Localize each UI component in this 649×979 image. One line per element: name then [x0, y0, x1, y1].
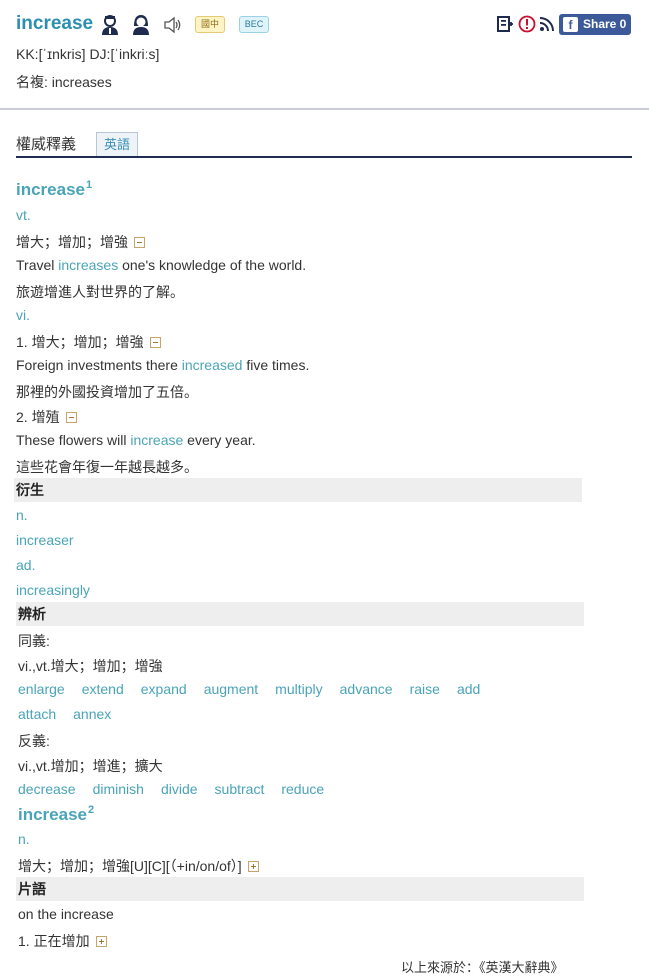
synonyms-label: 同義:: [18, 633, 50, 649]
synonym-link[interactable]: augment: [204, 681, 258, 697]
section-analysis: 辨析: [16, 602, 584, 626]
example-keyword[interactable]: increase: [130, 432, 183, 448]
example-sentence: Foreign investments there increased five…: [16, 357, 310, 373]
tab-english[interactable]: 英語: [96, 132, 138, 156]
derived-word-adverb[interactable]: increasingly: [16, 582, 90, 598]
rss-icon[interactable]: [538, 15, 556, 33]
wordbook-icon[interactable]: [496, 15, 514, 33]
section-derived: 衍生: [14, 478, 582, 502]
derived-word-noun[interactable]: increaser: [16, 532, 74, 548]
example-translation: 這些花會年復一年越長越多。: [16, 459, 198, 475]
part-of-speech-ad[interactable]: ad.: [16, 557, 35, 573]
part-of-speech-vt[interactable]: vt.: [16, 207, 31, 223]
tabs-title: 權威釋義: [16, 136, 77, 153]
entry-headword-1: increase1: [16, 179, 93, 199]
synonym-link[interactable]: multiply: [275, 681, 322, 697]
example-sentence: These flowers will increase every year.: [16, 432, 256, 448]
part-of-speech-n[interactable]: n.: [16, 507, 28, 523]
level-tag-bec: BEC: [239, 16, 269, 33]
synonym-link[interactable]: annex: [73, 706, 111, 722]
definition-vt: 增大；增加；增強: [16, 232, 145, 252]
antonyms-definition: vi.,vt.增加；增進；擴大: [18, 758, 163, 774]
antonym-list: decrease diminish divide subtract reduce: [18, 781, 341, 797]
antonyms-label: 反義:: [18, 733, 50, 749]
synonym-link[interactable]: advance: [340, 681, 393, 697]
definition-tabs: 權威釋義 英語: [16, 130, 632, 158]
synonym-link[interactable]: attach: [18, 706, 56, 722]
entry-headword-2: increase2: [18, 804, 95, 824]
example-keyword[interactable]: increases: [58, 257, 118, 273]
antonym-link[interactable]: subtract: [215, 781, 265, 797]
collapse-icon[interactable]: [65, 412, 77, 423]
antonym-link[interactable]: divide: [161, 781, 198, 797]
word-header: increase 國中 BEC f Share 0 KK:[ˈɪnkris] D…: [0, 0, 649, 110]
antonym-link[interactable]: reduce: [281, 781, 324, 797]
report-error-icon[interactable]: [518, 15, 536, 33]
expand-icon[interactable]: [95, 936, 107, 947]
example-keyword[interactable]: increased: [182, 357, 243, 373]
synonym-link[interactable]: expand: [141, 681, 187, 697]
speaker-icon[interactable]: [163, 16, 183, 34]
plural-form: 名複: increases: [16, 74, 112, 90]
antonym-link[interactable]: decrease: [18, 781, 76, 797]
phrase-definition: 1. 正在增加: [18, 931, 107, 951]
synonym-link[interactable]: enlarge: [18, 681, 65, 697]
synonym-link[interactable]: raise: [410, 681, 440, 697]
source-attribution: 以上來源於：《英漢大辭典》: [401, 960, 564, 975]
part-of-speech-n[interactable]: n.: [18, 831, 30, 847]
headword: increase: [16, 13, 94, 34]
part-of-speech-vi[interactable]: vi.: [16, 307, 30, 323]
synonym-list: attach annex: [18, 706, 128, 722]
pronunciation: KK:[ˈɪnkris] DJ:[ˈinkriːs]: [16, 46, 160, 62]
facebook-icon: f: [563, 17, 578, 32]
collapse-icon[interactable]: [149, 337, 161, 348]
definition-vi-2: 2. 增殖: [16, 407, 77, 427]
definition-vi-1: 1. 增大；增加；增強: [16, 332, 161, 352]
level-tag-junior-high: 國中: [195, 16, 225, 33]
example-translation: 旅遊增進人對世界的了解。: [16, 284, 184, 300]
phrase: on the increase: [18, 906, 114, 922]
female-pronunciation-icon[interactable]: [131, 14, 151, 36]
male-pronunciation-icon[interactable]: [100, 14, 120, 36]
synonym-link[interactable]: extend: [82, 681, 124, 697]
example-translation: 那裡的外國投資增加了五倍。: [16, 384, 198, 400]
synonym-link[interactable]: add: [457, 681, 480, 697]
synonyms-definition: vi.,vt.增大；增加；增強: [18, 658, 163, 674]
collapse-icon[interactable]: [134, 237, 145, 248]
section-phrases: 片語: [16, 877, 584, 901]
facebook-share-button[interactable]: f Share 0: [559, 14, 631, 35]
expand-icon[interactable]: [247, 861, 259, 872]
definition-noun: 增大；增加；增強[U][C][（+in/on/of）]: [18, 856, 259, 876]
synonym-list: enlarge extend expand augment multiply advanc…: [18, 681, 497, 697]
example-sentence: Travel increases one's knowledge of the …: [16, 257, 307, 273]
antonym-link[interactable]: diminish: [93, 781, 144, 797]
